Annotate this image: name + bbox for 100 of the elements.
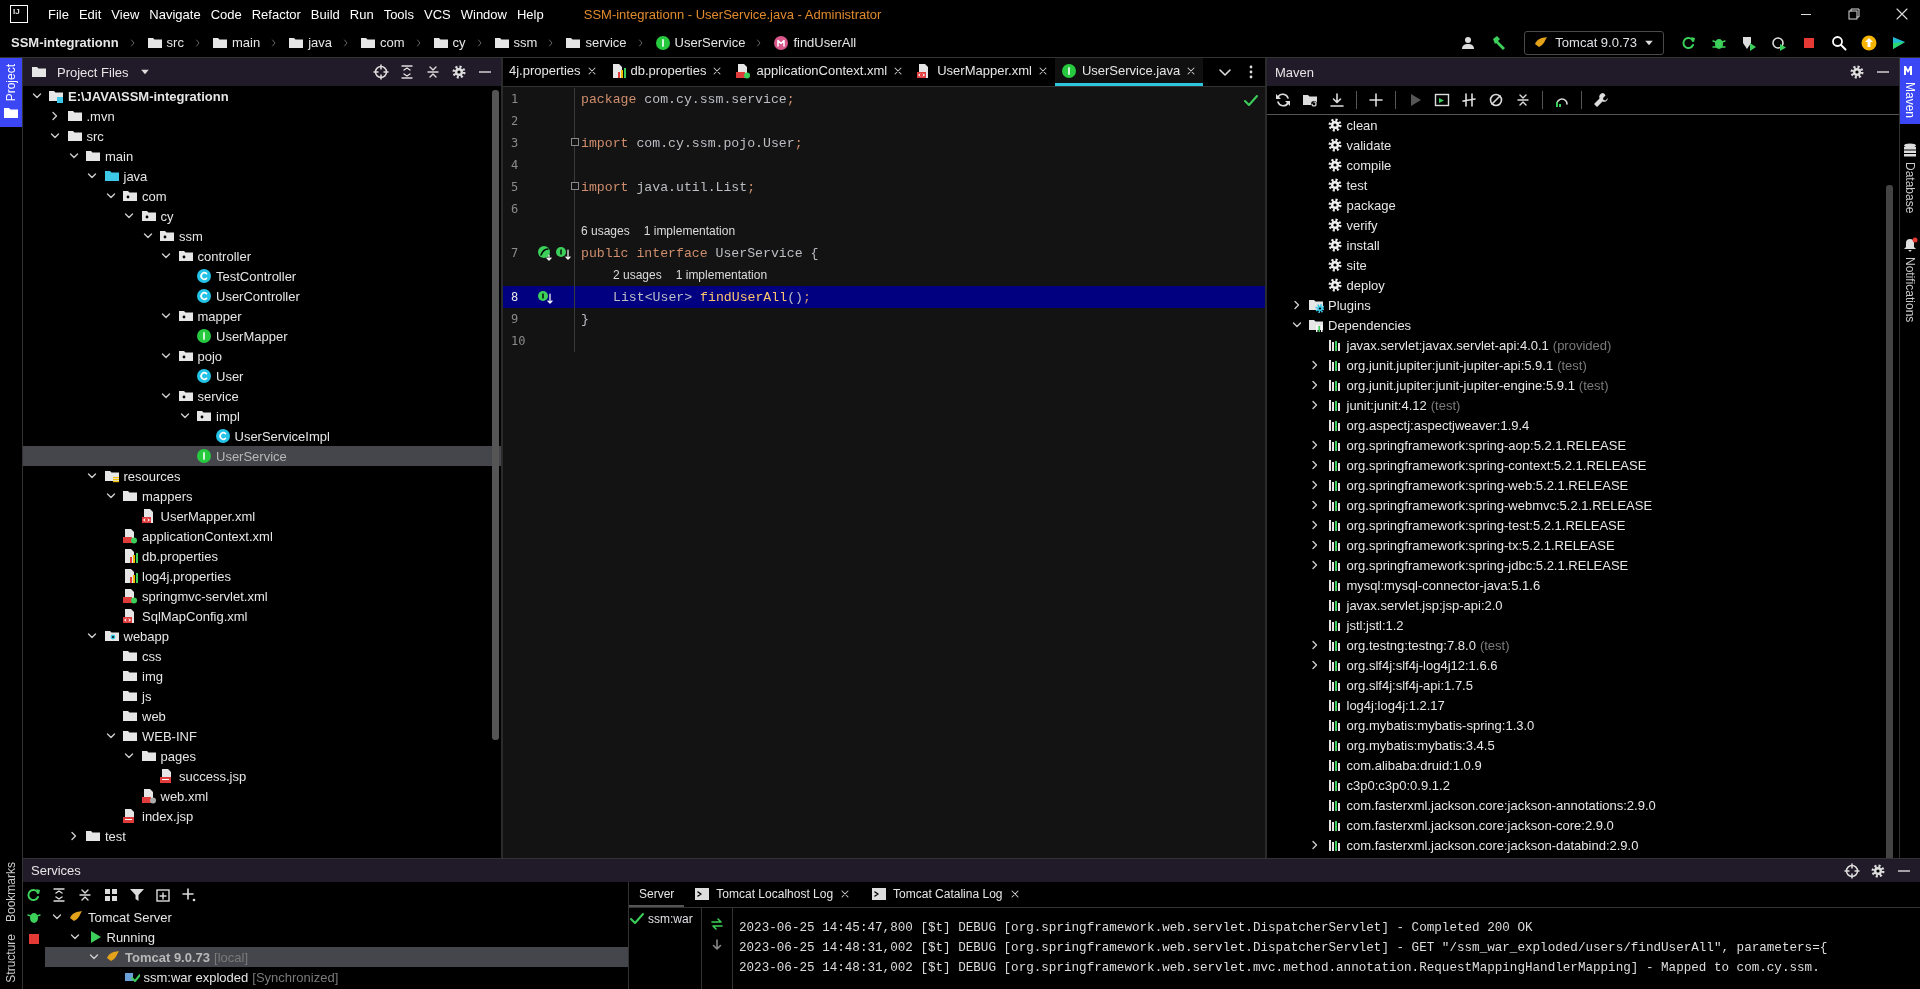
editor-tab[interactable]: 4j.properties — [503, 58, 604, 86]
settings-icon[interactable] — [1849, 64, 1865, 80]
scrollbar[interactable] — [492, 90, 499, 740]
bean-icon[interactable] — [537, 245, 553, 261]
tree-item[interactable]: img — [23, 666, 501, 686]
inlay-hint[interactable]: 2 usages — [613, 268, 662, 282]
tool-window-tab[interactable]: Project — [0, 58, 22, 128]
skip-tests-icon[interactable] — [1488, 92, 1504, 108]
tree-item[interactable]: UserController — [23, 286, 501, 306]
menu-item[interactable]: Code — [206, 3, 246, 25]
tree-item[interactable]: E:\JAVA\SSM-integrationn — [23, 86, 501, 106]
tree-item[interactable]: web — [23, 706, 501, 726]
refresh-icon[interactable] — [1275, 92, 1291, 108]
tool-window-tab[interactable]: Structure — [0, 928, 22, 989]
editor-tab[interactable]: UserMapper.xml — [910, 58, 1055, 86]
breadcrumb-item[interactable]: src — [145, 32, 185, 53]
tree-item[interactable]: org.slf4j:slf4j-log4j12:1.6.6 — [1267, 655, 1899, 675]
tool-window-tab[interactable]: Database — [1900, 138, 1920, 220]
breadcrumb-item[interactable]: findUserAll — [772, 32, 858, 53]
menu-item[interactable]: Edit — [74, 3, 106, 25]
tree-item[interactable]: java — [23, 166, 501, 186]
tree-item[interactable]: org.springframework:spring-web:5.2.1.RELEASE — [1267, 475, 1899, 495]
tree-item[interactable]: UserMapper.xml — [23, 506, 501, 526]
tree-item[interactable]: verify — [1267, 215, 1899, 235]
tree-item[interactable]: UserMapper — [23, 326, 501, 346]
rerun-icon[interactable] — [1681, 34, 1697, 51]
tree-item[interactable]: org.springframework:spring-test:5.2.1.RELEASE — [1267, 515, 1899, 535]
tree-item[interactable]: index.jsp — [23, 806, 501, 826]
tree-item[interactable]: validate — [1267, 135, 1899, 155]
locate-icon[interactable] — [373, 64, 389, 80]
tree-item[interactable]: package — [1267, 195, 1899, 215]
tree-item[interactable]: junit:junit:4.12 (test) — [1267, 395, 1899, 415]
implemented-icon[interactable] — [537, 289, 553, 305]
tree-item[interactable]: pojo — [23, 346, 501, 366]
tree-item[interactable]: SqlMapConfig.xml — [23, 606, 501, 626]
tree-item[interactable]: mapper — [23, 306, 501, 326]
tree-item[interactable]: site — [1267, 255, 1899, 275]
tree-item[interactable]: org.springframework:spring-context:5.2.1.RELEASE — [1267, 455, 1899, 475]
expand-all-icon[interactable] — [399, 64, 415, 80]
tree-item[interactable]: clean — [1267, 115, 1899, 135]
panel-title[interactable]: Project Files — [57, 64, 129, 80]
collapse-all-icon[interactable] — [425, 64, 441, 80]
tree-item[interactable]: springmvc-servlet.xml — [23, 586, 501, 606]
fold-icon[interactable] — [571, 138, 579, 146]
menu-item[interactable]: Tools — [379, 3, 418, 25]
profiler-icon[interactable] — [1771, 34, 1787, 51]
coverage-icon[interactable] — [1741, 34, 1757, 51]
tree-item[interactable]: TestController — [23, 266, 501, 286]
breadcrumb-item[interactable]: com — [359, 32, 406, 53]
tree-item[interactable]: org.springframework:spring-webmvc:5.2.1.RELEASE — [1267, 495, 1899, 515]
tree-item[interactable]: test — [23, 826, 501, 846]
console-tab[interactable]: Server — [629, 882, 685, 907]
tree-item[interactable]: org.mybatis:mybatis-spring:1.3.0 — [1267, 715, 1899, 735]
run-configuration-dropdown[interactable]: Tomcat 9.0.73 — [1524, 30, 1664, 55]
tree-item[interactable]: com.fasterxml.jackson.core:jackson-annotations:2.9.0 — [1267, 795, 1899, 815]
tree-item[interactable]: org.springframework:spring-jdbc:5.2.1.RELEASE — [1267, 555, 1899, 575]
menu-item[interactable]: VCS — [420, 3, 455, 25]
scrollbar[interactable] — [1886, 185, 1893, 858]
editor-tab[interactable]: applicationContext.xml — [729, 58, 911, 86]
tree-item[interactable]: ssm:war exploded [Synchronized] — [45, 967, 628, 987]
tree-item[interactable]: com.alibaba:druid:1.0.9 — [1267, 755, 1899, 775]
expand-all-icon[interactable] — [51, 886, 67, 903]
breadcrumb-item[interactable]: ssm — [492, 32, 539, 53]
tree-item[interactable]: Running — [45, 927, 628, 947]
tool-window-tab[interactable]: Maven — [1900, 58, 1920, 125]
tree-item[interactable]: .mvn — [23, 106, 501, 126]
tree-item[interactable]: javax.servlet.jsp:jsp-api:2.0 — [1267, 595, 1899, 615]
inlay-hint[interactable]: 6 usages — [581, 224, 630, 238]
settings-icon[interactable] — [451, 64, 467, 80]
editor-tab[interactable]: db.properties — [603, 58, 730, 86]
tree-item[interactable]: mappers — [23, 486, 501, 506]
menu-item[interactable]: Window — [456, 3, 511, 25]
tree-item[interactable]: org.springframework:spring-aop:5.2.1.RELEASE — [1267, 435, 1899, 455]
tree-item[interactable]: UserServiceImpl — [23, 426, 501, 446]
menu-item[interactable]: View — [107, 3, 144, 25]
menu-item[interactable]: Build — [306, 3, 344, 25]
plugin-icon[interactable] — [1891, 34, 1907, 51]
tree-item[interactable]: js — [23, 686, 501, 706]
rerun-icon[interactable] — [26, 887, 42, 903]
deployment-item[interactable]: ssm:war — [629, 911, 701, 927]
breadcrumb-item[interactable]: service — [564, 32, 628, 53]
redeploy-icon[interactable] — [709, 916, 725, 932]
tree-item[interactable]: success.jsp — [23, 766, 501, 786]
console-tab[interactable]: Tomcat Localhost Log — [684, 882, 862, 907]
tree-item[interactable]: org.testng:testng:7.8.0 (test) — [1267, 635, 1899, 655]
tool-window-tab[interactable]: Notifications — [1900, 233, 1920, 329]
tree-item[interactable]: src — [23, 126, 501, 146]
tree-item[interactable]: User — [23, 366, 501, 386]
tree-item[interactable]: Tomcat Server — [45, 907, 628, 927]
tree-item[interactable]: WEB-INF — [23, 726, 501, 746]
settings-icon[interactable] — [1870, 862, 1886, 879]
folder-refresh-icon[interactable] — [1302, 92, 1318, 108]
breadcrumb-item[interactable]: SSM-integrationn — [10, 33, 120, 52]
tree-item[interactable]: org.springframework:spring-tx:5.2.1.RELEASE — [1267, 535, 1899, 555]
fold-icon[interactable] — [571, 182, 579, 190]
tool-window-tab[interactable]: Bookmarks — [0, 856, 22, 929]
tree-item[interactable]: db.properties — [23, 546, 501, 566]
wrench-icon[interactable] — [1593, 92, 1609, 108]
breadcrumb-item[interactable]: java — [287, 32, 333, 53]
tree-item[interactable]: resources — [23, 466, 501, 486]
